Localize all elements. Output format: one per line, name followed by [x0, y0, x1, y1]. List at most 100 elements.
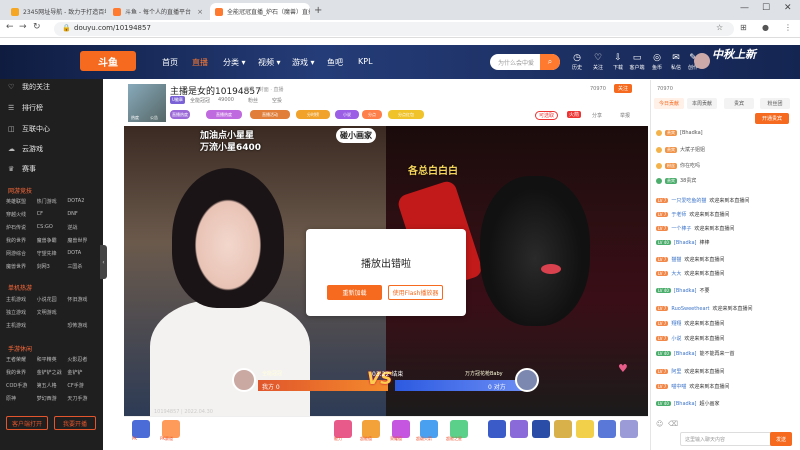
- star-icon[interactable]: ☆: [716, 23, 723, 32]
- sidebar-item-interact[interactable]: ◫ 互联中心: [8, 124, 50, 134]
- room-pill[interactable]: 直播热度: [206, 110, 242, 119]
- client-icon[interactable]: ▭ 客户端: [628, 53, 646, 71]
- chat-username[interactable]: [Bhadka]: [674, 351, 697, 357]
- sidebar-tag[interactable]: CF手游: [67, 382, 98, 389]
- chat-username[interactable]: 猫猫: [671, 256, 681, 263]
- nav-video[interactable]: 视频 ▾: [258, 57, 281, 68]
- sidebar-tag[interactable]: [67, 309, 98, 316]
- sidebar-tag[interactable]: 第五人格: [37, 382, 68, 389]
- minimize-icon[interactable]: —: [740, 3, 749, 13]
- sidebar-collapse-handle[interactable]: ‹: [100, 245, 107, 279]
- follow-button[interactable]: 关注: [614, 84, 633, 93]
- gift-icon[interactable]: [554, 420, 572, 438]
- sidebar-tag[interactable]: DOTA2: [67, 198, 98, 205]
- sidebar-item-follow[interactable]: ♡ 我的关注: [8, 82, 50, 92]
- nav-kpl[interactable]: KPL: [358, 57, 373, 66]
- sidebar-tag[interactable]: 魔兽世界: [67, 237, 98, 244]
- sidebar-tag[interactable]: 恐怖游戏: [67, 322, 98, 329]
- sidebar-tag[interactable]: 主机游戏: [6, 296, 37, 303]
- pk-right-avatar[interactable]: [515, 368, 539, 392]
- sidebar-item-match[interactable]: ♛ 赛事: [8, 164, 36, 174]
- rank-row[interactable]: 贵宾 大斌子姐姐: [656, 146, 705, 153]
- sidebar-tag[interactable]: 炉石传说: [6, 224, 37, 231]
- sidebar-tag[interactable]: DNF: [67, 211, 98, 218]
- nav-home[interactable]: 首页: [162, 57, 178, 68]
- share-button[interactable]: 分享: [592, 112, 602, 119]
- room-pill[interactable]: 直播活动: [250, 110, 290, 119]
- sidebar-tag[interactable]: 三国杀: [67, 263, 98, 270]
- sidebar-tag[interactable]: 魔兽争霸: [37, 237, 68, 244]
- nav-category[interactable]: 分类 ▾: [223, 57, 246, 68]
- gift-icon[interactable]: [510, 420, 528, 438]
- douyu-logo[interactable]: 斗鱼: [80, 51, 136, 71]
- browser-tab[interactable]: 斗鱼 - 每个人的直播平台 ×: [108, 3, 208, 20]
- sidebar-item-cloudgame[interactable]: ☁ 云游戏: [8, 144, 43, 154]
- forward-icon[interactable]: →: [19, 22, 27, 32]
- sidebar-tag[interactable]: DOTA: [67, 250, 98, 257]
- header-promo-banner[interactable]: 中秋上新: [712, 46, 756, 62]
- browser-tab[interactable]: 2345网址导航 - 致力于打造百年 ×: [6, 3, 106, 20]
- open-client-button[interactable]: 客户端打开: [6, 416, 48, 430]
- nav-live[interactable]: 直播: [192, 57, 208, 68]
- gift-icon[interactable]: [620, 420, 638, 438]
- room-subactions[interactable]: 举报 · 封面 · 直播: [244, 86, 284, 93]
- rank-row[interactable]: 贵宾 38贵宾: [656, 177, 696, 184]
- nav-yuba[interactable]: 鱼吧: [327, 57, 343, 68]
- sidebar-tag[interactable]: 金铲铲之战: [37, 369, 68, 376]
- sidebar-tag[interactable]: 怀旧游戏: [67, 296, 98, 303]
- sidebar-tag[interactable]: 独立游戏: [6, 309, 37, 316]
- room-pill[interactable]: 直播热度: [170, 110, 190, 119]
- tab-close-icon[interactable]: ×: [197, 8, 203, 16]
- rank-row[interactable]: 粉丝 你在吃吗: [656, 162, 700, 169]
- sidebar-tag[interactable]: 原神: [6, 395, 37, 402]
- chat-username[interactable]: 小说: [671, 335, 681, 342]
- sidebar-tag[interactable]: 火影忍者: [67, 356, 98, 363]
- url-input[interactable]: [54, 22, 734, 36]
- chat-username[interactable]: 一只爱吃鱼的猫: [671, 197, 706, 204]
- sidebar-tag[interactable]: 逆战: [67, 224, 98, 231]
- sidebar-tag[interactable]: 文明游戏: [37, 309, 68, 316]
- clear-icon[interactable]: ⌫: [668, 420, 678, 428]
- sidebar-tag[interactable]: 热门游戏: [37, 198, 68, 205]
- chat-username[interactable]: 一个棒子: [671, 225, 691, 232]
- follow-icon[interactable]: ♡ 关注: [589, 53, 607, 71]
- chat-username[interactable]: 于老师: [671, 211, 686, 218]
- room-pill[interactable]: 小说: [335, 110, 359, 119]
- history-icon[interactable]: ◷ 历史: [568, 53, 586, 71]
- chat-username[interactable]: 翔翔: [671, 320, 681, 327]
- maximize-icon[interactable]: ☐: [762, 3, 770, 13]
- sidebar-tag[interactable]: [37, 322, 68, 329]
- reload-button[interactable]: 重新加载: [327, 285, 382, 300]
- nav-games[interactable]: 游戏 ▾: [292, 57, 315, 68]
- chat-username[interactable]: RuoSweetheart: [671, 306, 709, 312]
- report-button[interactable]: 举报: [620, 112, 630, 119]
- room-pill[interactable]: 分点: [362, 110, 382, 119]
- room-pill[interactable]: 分时榜: [296, 110, 330, 119]
- download-icon[interactable]: ⇩ 下载: [609, 53, 627, 71]
- tab-today-contrib[interactable]: 今日贡献: [654, 98, 684, 109]
- gift-icon[interactable]: [488, 420, 506, 438]
- sidebar-tag[interactable]: COD手游: [6, 382, 37, 389]
- sidebar-tag[interactable]: 我的世界: [6, 369, 37, 376]
- close-window-icon[interactable]: ✕: [784, 3, 792, 13]
- chat-username[interactable]: 阿里: [671, 368, 681, 375]
- sidebar-tag[interactable]: 天刀手游: [67, 395, 98, 402]
- reload-icon[interactable]: ↻: [33, 22, 41, 32]
- gift-icon[interactable]: [532, 420, 550, 438]
- start-stream-button[interactable]: 我要开播: [54, 416, 96, 430]
- sidebar-tag[interactable]: 梦幻西游: [37, 395, 68, 402]
- sidebar-tag[interactable]: 小说花园: [37, 296, 68, 303]
- rank-row[interactable]: 贵宾 [Bhadka]: [656, 130, 703, 136]
- new-tab-button[interactable]: +: [314, 5, 322, 16]
- sidebar-item-rank[interactable]: ☰ 排行榜: [8, 103, 43, 113]
- tab-week-contrib[interactable]: 本周贡献: [687, 98, 717, 109]
- emoji-icon[interactable]: ☺: [656, 420, 663, 428]
- streamer-avatar[interactable]: 热度 公告: [128, 84, 166, 122]
- back-icon[interactable]: ←: [6, 22, 14, 32]
- profile-icon[interactable]: ●: [762, 23, 769, 32]
- sidebar-tag[interactable]: 守望先锋: [37, 250, 68, 257]
- streamer-name[interactable]: 全能冠冠: [190, 97, 210, 104]
- sidebar-tag[interactable]: 金铲铲: [67, 369, 98, 376]
- chat-username[interactable]: [Bhadka]: [674, 240, 697, 246]
- rocket-tag[interactable]: 火箭: [567, 111, 582, 118]
